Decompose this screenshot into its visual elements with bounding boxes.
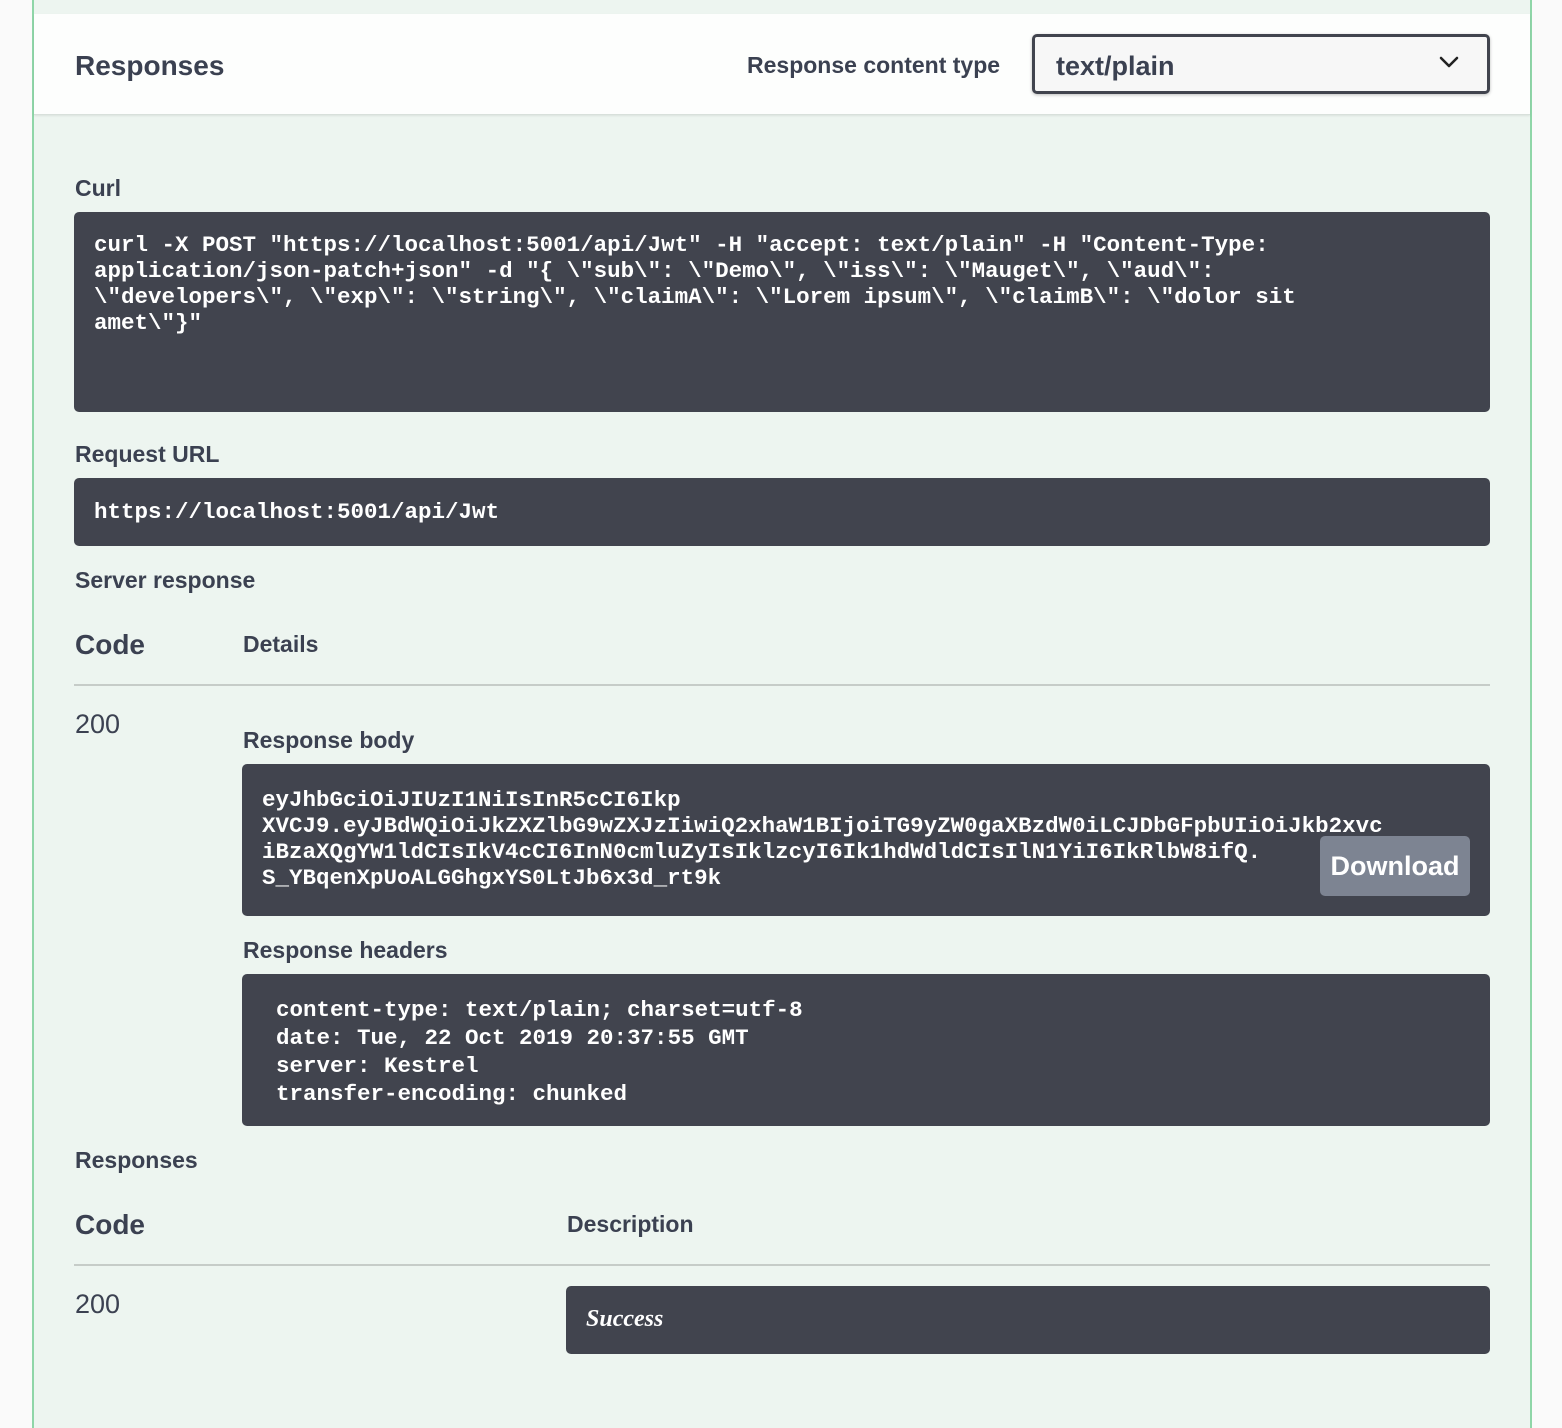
responses-description: Success bbox=[586, 1306, 664, 1332]
table-divider bbox=[74, 684, 1490, 686]
server-response-code-header: Code bbox=[75, 629, 145, 660]
server-response-label: Server response bbox=[75, 567, 256, 593]
download-button[interactable]: Download bbox=[1320, 836, 1470, 896]
responses-header: Responses Response content type text/pla… bbox=[34, 14, 1530, 115]
request-url-block[interactable]: https://localhost:5001/api/Jwt bbox=[74, 478, 1490, 546]
request-url-label: Request URL bbox=[75, 441, 220, 467]
curl-line: \"developers\", \"exp\": \"string\", \"c… bbox=[94, 284, 1296, 310]
responses-code-header: Code bbox=[75, 1209, 145, 1240]
response-headers-block[interactable]: content-type: text/plain; charset=utf-8 d… bbox=[242, 974, 1490, 1126]
table-divider bbox=[74, 1264, 1490, 1266]
chevron-down-icon bbox=[1439, 56, 1459, 68]
server-response-code: 200 bbox=[75, 709, 121, 739]
response-header-line: date: Tue, 22 Oct 2019 20:37:55 GMT bbox=[276, 1025, 749, 1051]
server-response-details-header: Details bbox=[243, 631, 319, 657]
curl-line: application/json-patch+json" -d "{ \"sub… bbox=[94, 258, 1215, 284]
responses-description-header: Description bbox=[567, 1211, 694, 1237]
response-header-line: transfer-encoding: chunked bbox=[276, 1081, 628, 1107]
response-body-line: S_YBqenXpUoALGGhgxYS0LtJb6x3d_rt9k bbox=[262, 865, 722, 891]
response-content-type-select[interactable]: text/plain bbox=[1032, 34, 1490, 94]
response-header-line: content-type: text/plain; charset=utf-8 bbox=[276, 997, 803, 1023]
response-body-block[interactable]: eyJhbGciOiJIUzI1NiIsInR5cCI6Ikp XVCJ9.eyJ… bbox=[242, 764, 1490, 916]
response-header-line: server: Kestrel bbox=[276, 1053, 479, 1079]
response-body-line: eyJhbGciOiJIUzI1NiIsInR5cCI6Ikp bbox=[262, 787, 681, 813]
responses-description-block: Success bbox=[566, 1286, 1490, 1354]
curl-label: Curl bbox=[75, 175, 121, 201]
curl-command-block[interactable]: curl -X POST "https://localhost:5001/api… bbox=[74, 212, 1490, 412]
responses-label: Responses bbox=[75, 1147, 198, 1173]
response-body-label: Response body bbox=[243, 727, 415, 753]
curl-line: curl -X POST "https://localhost:5001/api… bbox=[94, 232, 1269, 258]
responses-code: 200 bbox=[75, 1289, 121, 1319]
response-headers-label: Response headers bbox=[243, 937, 448, 963]
response-body-line: XVCJ9.eyJBdWQiOiJkZXZlbG9wZXJzIiwiQ2xhaW… bbox=[262, 813, 1383, 839]
operation-panel: Responses Response content type text/pla… bbox=[32, 0, 1532, 1428]
responses-header-title: Responses bbox=[75, 50, 225, 81]
response-content-type-value: text/plain bbox=[1056, 51, 1175, 81]
request-url-value: https://localhost:5001/api/Jwt bbox=[94, 499, 500, 525]
curl-line: amet\"}" bbox=[94, 310, 203, 336]
response-content-type-label: Response content type bbox=[747, 52, 1001, 78]
response-body-line: iBzaXQgYW1ldCIsIkV4cCI6InN0cmluZyIsIklzc… bbox=[262, 839, 1262, 865]
